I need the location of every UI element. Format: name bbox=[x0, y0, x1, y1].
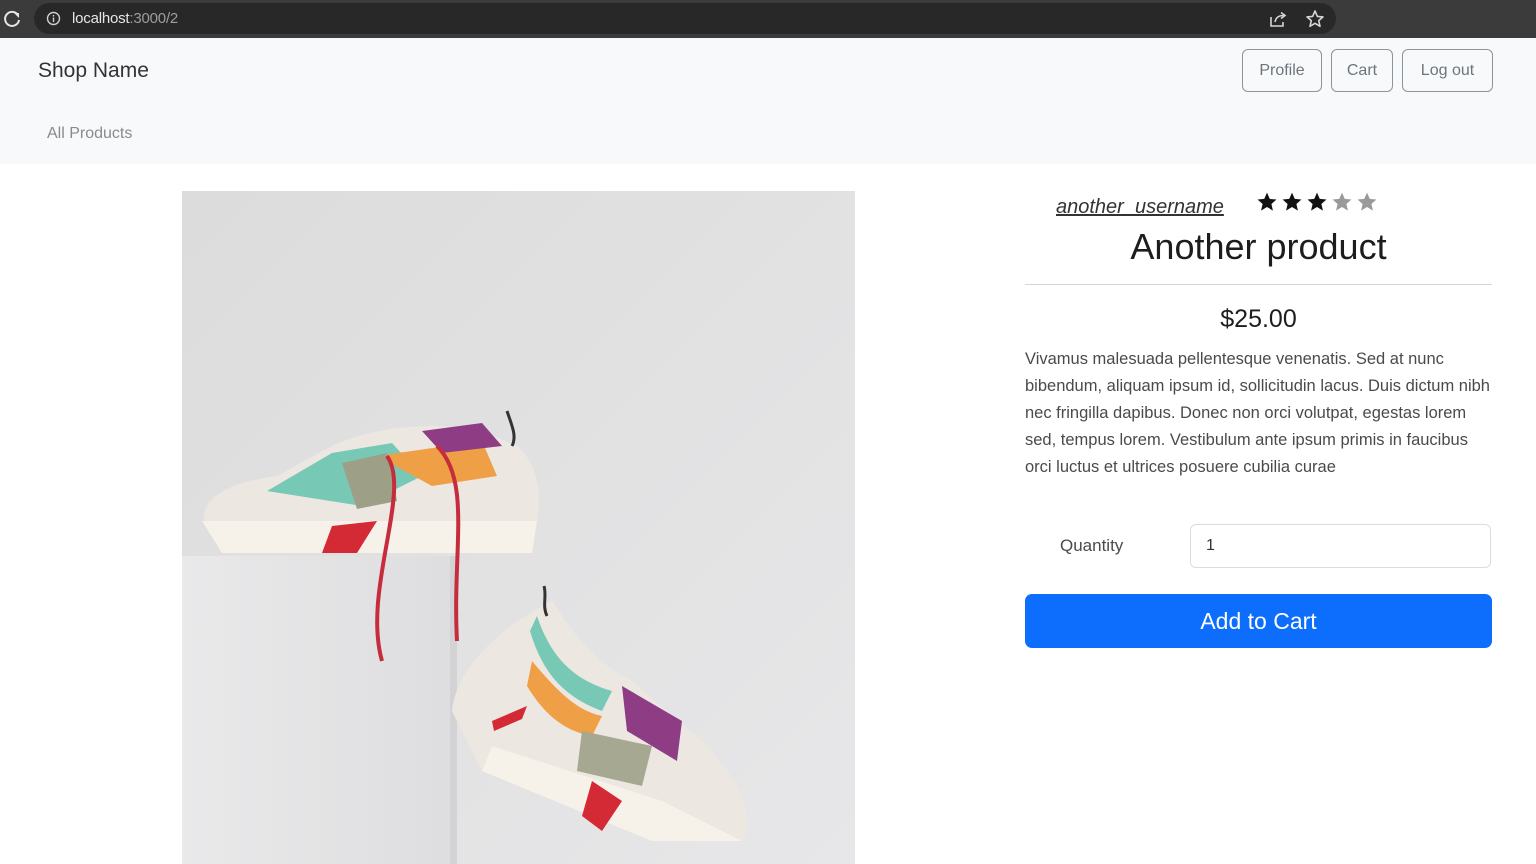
site-info-icon[interactable] bbox=[46, 11, 61, 26]
rating-stars bbox=[1256, 191, 1378, 213]
quantity-input[interactable] bbox=[1190, 524, 1491, 568]
star-empty-icon bbox=[1356, 191, 1378, 213]
product-price: $25.00 bbox=[1220, 305, 1297, 333]
title-divider bbox=[1025, 284, 1492, 285]
reload-icon[interactable] bbox=[2, 9, 22, 29]
share-icon[interactable] bbox=[1268, 9, 1288, 29]
site-navbar: Shop Name All Products Profile Cart Log … bbox=[0, 38, 1536, 164]
seller-username-link[interactable]: another_username bbox=[1056, 196, 1224, 219]
star-filled-icon bbox=[1281, 191, 1303, 213]
brand-link[interactable]: Shop Name bbox=[38, 59, 149, 83]
star-filled-icon bbox=[1306, 191, 1328, 213]
address-bar[interactable]: localhost:3000/2 bbox=[34, 3, 1336, 34]
quantity-label: Quantity bbox=[1060, 536, 1124, 555]
product-description: Vivamus malesuada pellentesque venenatis… bbox=[1025, 350, 1490, 476]
address-url[interactable]: localhost:3000/2 bbox=[72, 10, 178, 27]
cart-button[interactable]: Cart bbox=[1331, 49, 1393, 92]
product-title: Another product bbox=[1130, 226, 1387, 267]
bookmark-star-icon[interactable] bbox=[1305, 9, 1325, 29]
logout-button[interactable]: Log out bbox=[1402, 49, 1493, 92]
product-image bbox=[182, 191, 855, 864]
profile-button[interactable]: Profile bbox=[1242, 49, 1322, 92]
star-filled-icon bbox=[1256, 191, 1278, 213]
nav-link-all-products[interactable]: All Products bbox=[47, 125, 132, 143]
url-host: localhost bbox=[72, 10, 130, 27]
browser-toolbar: localhost:3000/2 bbox=[0, 0, 1536, 38]
add-to-cart-button[interactable]: Add to Cart bbox=[1025, 594, 1492, 648]
url-path: :3000/2 bbox=[129, 10, 179, 27]
star-empty-icon bbox=[1331, 191, 1353, 213]
